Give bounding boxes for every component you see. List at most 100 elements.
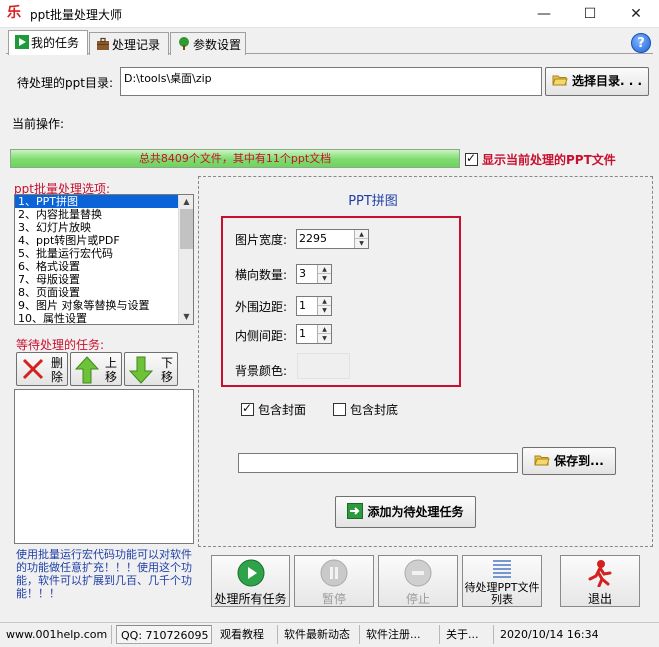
task-queue-list[interactable] bbox=[14, 389, 194, 544]
include-cover-check-icon bbox=[241, 401, 254, 416]
show-current-checkbox[interactable]: 显示当前处理的PPT文件 bbox=[465, 151, 616, 168]
minimize-button[interactable]: — bbox=[521, 0, 567, 28]
pause-circle-icon bbox=[320, 559, 348, 587]
outer-margin-label: 外围边距: bbox=[235, 300, 288, 314]
move-up-label: 上 移 bbox=[105, 356, 118, 384]
play-circle-icon bbox=[237, 559, 265, 587]
options-listbox[interactable]: 1、PPT拼图 2、内容批量替换 3、幻灯片放映 4、ppt转图片或PDF 5、… bbox=[14, 194, 194, 325]
tab-history[interactable]: 处理记录 bbox=[89, 32, 169, 55]
tab-history-label: 处理记录 bbox=[112, 38, 161, 52]
count-stepper-buttons[interactable]: ▲ ▼ bbox=[317, 265, 331, 283]
pause-label: 暂停 bbox=[321, 592, 346, 606]
width-value: 2295 bbox=[299, 232, 327, 245]
status-website-link[interactable]: www.001help.com bbox=[2, 625, 112, 644]
list-lines-icon bbox=[491, 558, 513, 582]
show-current-label: 显示当前处理的PPT文件 bbox=[482, 153, 616, 167]
tab-my-tasks-label: 我的任务 bbox=[31, 36, 80, 50]
dir-input[interactable]: D:\tools\桌面\zip bbox=[120, 67, 542, 96]
inner-spacing-label: 内侧间距: bbox=[235, 329, 288, 343]
status-datetime: 2020/10/14 16:34 bbox=[500, 628, 599, 641]
status-register-link[interactable]: 软件注册... bbox=[362, 625, 440, 644]
folder-open-icon bbox=[534, 451, 550, 467]
spin-up-icon[interactable]: ▲ bbox=[355, 230, 368, 239]
inner-spacing-stepper-buttons[interactable]: ▲ ▼ bbox=[317, 325, 331, 343]
width-label: 图片宽度: bbox=[235, 233, 288, 247]
list-item[interactable]: 5、批量运行宏代码 bbox=[15, 247, 193, 260]
delete-task-label: 删 除 bbox=[51, 356, 64, 384]
browse-dir-label: 选择目录. . . bbox=[571, 74, 643, 88]
scroll-up-icon[interactable]: ▲ bbox=[179, 195, 193, 209]
close-button[interactable]: ✕ bbox=[613, 0, 659, 28]
count-label: 横向数量: bbox=[235, 268, 288, 282]
stop-button[interactable]: 停止 bbox=[378, 555, 458, 607]
bg-color-swatch[interactable] bbox=[297, 353, 350, 379]
count-value: 3 bbox=[299, 267, 306, 280]
scroll-down-icon[interactable]: ▼ bbox=[179, 310, 193, 324]
add-task-button[interactable]: 添加为待处理任务 bbox=[335, 496, 476, 528]
process-all-label: 处理所有任务 bbox=[214, 592, 287, 606]
progress-text: 总共8409个文件，其中有11个ppt文档 bbox=[138, 152, 332, 165]
move-up-button[interactable]: 上 移 bbox=[70, 352, 122, 386]
width-stepper-buttons[interactable]: ▲ ▼ bbox=[354, 230, 368, 248]
include-cover-label: 包含封面 bbox=[258, 403, 307, 417]
add-task-label: 添加为待处理任务 bbox=[367, 505, 464, 519]
status-news-link[interactable]: 软件最新动态 bbox=[280, 625, 360, 644]
stop-label: 停止 bbox=[405, 592, 430, 606]
exit-running-icon bbox=[586, 559, 614, 588]
status-tutorial-link[interactable]: 观看教程 bbox=[216, 625, 278, 644]
options-scrollbar[interactable]: ▲ ▼ bbox=[178, 195, 193, 324]
spin-down-icon[interactable]: ▼ bbox=[318, 274, 331, 283]
delete-task-button[interactable]: 删 除 bbox=[16, 352, 68, 386]
stop-circle-icon bbox=[404, 559, 432, 587]
outer-margin-value: 1 bbox=[299, 299, 306, 312]
move-down-button[interactable]: 下 移 bbox=[124, 352, 178, 386]
folder-open-icon bbox=[552, 71, 568, 87]
status-about-link[interactable]: 关于... bbox=[442, 625, 494, 644]
outer-margin-stepper-buttons[interactable]: ▲ ▼ bbox=[317, 297, 331, 315]
spin-up-icon[interactable]: ▲ bbox=[318, 297, 331, 306]
queue-label: 等待处理的任务: bbox=[16, 338, 105, 352]
list-item[interactable]: 9、图片 对象等替换与设置 bbox=[15, 299, 193, 312]
list-item[interactable]: 7、母版设置 bbox=[15, 273, 193, 286]
spin-down-icon[interactable]: ▼ bbox=[318, 306, 331, 315]
pending-list-button[interactable]: 待处理PPT文件列表 bbox=[462, 555, 542, 607]
maximize-button[interactable]: ☐ bbox=[567, 0, 613, 28]
exit-button[interactable]: 退出 bbox=[560, 555, 640, 607]
help-icon[interactable]: ? bbox=[631, 33, 651, 53]
tab-settings[interactable]: 参数设置 bbox=[170, 32, 246, 55]
save-path-input[interactable] bbox=[238, 453, 518, 473]
list-item[interactable]: 10、属性设置 bbox=[15, 312, 193, 324]
spin-down-icon[interactable]: ▼ bbox=[318, 334, 331, 343]
exit-label: 退出 bbox=[587, 592, 612, 606]
process-all-button[interactable]: 处理所有任务 bbox=[211, 555, 290, 607]
list-item[interactable]: 6、格式设置 bbox=[15, 260, 193, 273]
list-item[interactable]: 2、内容批量替换 bbox=[15, 208, 193, 221]
include-cover-checkbox[interactable]: 包含封面 bbox=[241, 401, 306, 418]
play-icon bbox=[15, 35, 29, 49]
width-stepper[interactable]: 2295 ▲ ▼ bbox=[296, 229, 369, 249]
save-to-label: 保存到... bbox=[554, 454, 604, 468]
dir-label: 待处理的ppt目录: bbox=[17, 76, 113, 90]
spin-down-icon[interactable]: ▼ bbox=[355, 239, 368, 248]
count-stepper[interactable]: 3 ▲ ▼ bbox=[296, 264, 332, 284]
list-item[interactable]: 8、页面设置 bbox=[15, 286, 193, 299]
pause-button[interactable]: 暂停 bbox=[294, 555, 374, 607]
spin-up-icon[interactable]: ▲ bbox=[318, 265, 331, 274]
include-back-checkbox[interactable]: 包含封底 bbox=[333, 401, 398, 418]
browse-dir-button[interactable]: 选择目录. . . bbox=[545, 67, 649, 96]
outer-margin-stepper[interactable]: 1 ▲ ▼ bbox=[296, 296, 332, 316]
scroll-thumb[interactable] bbox=[180, 209, 193, 249]
spin-up-icon[interactable]: ▲ bbox=[318, 325, 331, 334]
include-back-check-icon bbox=[333, 403, 346, 416]
list-item[interactable]: 1、PPT拼图 bbox=[15, 195, 193, 208]
list-item[interactable]: 3、幻灯片放映 bbox=[15, 221, 193, 234]
delete-x-icon bbox=[21, 357, 45, 384]
save-to-button[interactable]: 保存到... bbox=[522, 447, 616, 475]
inner-spacing-stepper[interactable]: 1 ▲ ▼ bbox=[296, 324, 332, 344]
list-item[interactable]: 4、ppt转图片或PDF bbox=[15, 234, 193, 247]
progress-bar: 总共8409个文件，其中有11个ppt文档 bbox=[10, 149, 460, 168]
inner-spacing-value: 1 bbox=[299, 327, 306, 340]
tab-my-tasks[interactable]: 我的任务 bbox=[8, 30, 88, 55]
panel-title: PPT拼图 bbox=[348, 194, 398, 209]
briefcase-icon bbox=[96, 37, 110, 51]
